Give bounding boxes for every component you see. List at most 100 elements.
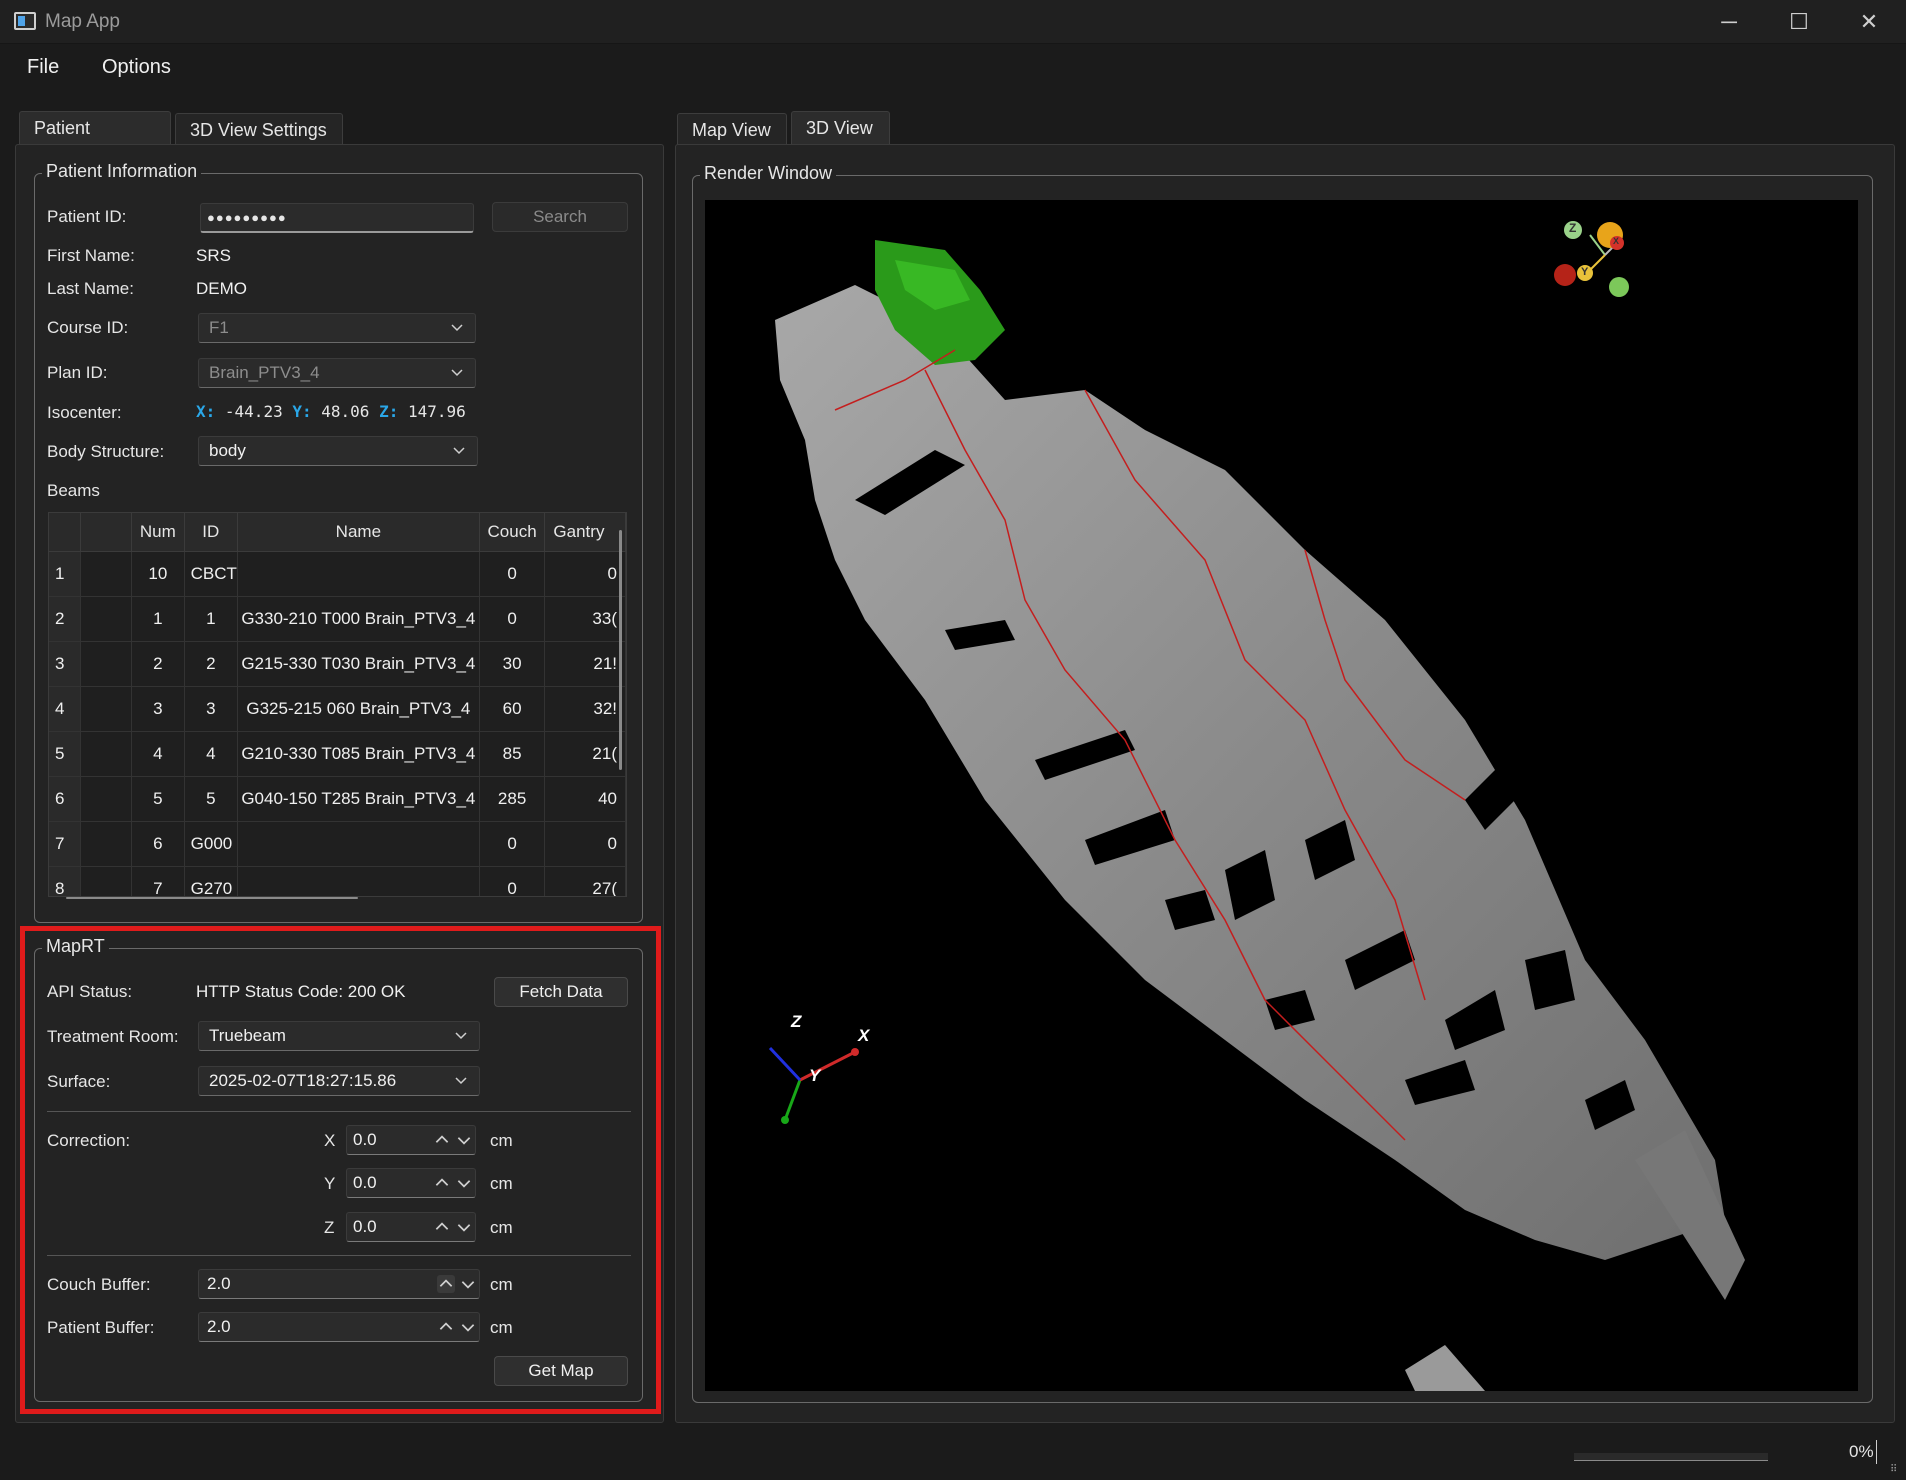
body-structure-dropdown[interactable]: body (198, 436, 478, 466)
row-number[interactable]: 8 (49, 866, 82, 896)
search-button[interactable]: Search (492, 202, 628, 232)
cell-num[interactable]: 10 (131, 551, 185, 597)
cell-gantry[interactable]: 27( (544, 866, 626, 896)
cell-name[interactable]: G325-215 060 Brain_PTV3_4 (237, 686, 480, 732)
cell-gantry[interactable]: 40 (544, 776, 626, 822)
cell-num[interactable]: 1 (131, 596, 185, 642)
table-row[interactable]: 4 3 3 G325-215 060 Brain_PTV3_4 60 32! (49, 686, 626, 732)
cell-name[interactable]: G040-150 T285 Brain_PTV3_4 (237, 776, 480, 822)
row-blank-cell[interactable] (80, 731, 133, 777)
cell-id[interactable]: 2 (184, 641, 238, 687)
row-blank-cell[interactable] (80, 776, 133, 822)
cell-num[interactable]: 6 (131, 821, 185, 867)
beams-table[interactable]: Num ID Name Couch Gantry 1 10 CBCT 0 0 2 1 1 G33… (48, 512, 627, 897)
header-id[interactable]: ID (184, 513, 238, 552)
cell-num[interactable]: 4 (131, 731, 185, 777)
cell-couch[interactable]: 0 (479, 821, 546, 867)
cell-couch[interactable]: 0 (479, 551, 546, 597)
plan-id-dropdown[interactable]: Brain_PTV3_4 (198, 358, 476, 388)
cell-couch[interactable]: 30 (479, 641, 546, 687)
cell-gantry[interactable]: 32! (544, 686, 626, 732)
cell-gantry[interactable]: 0 (544, 551, 626, 597)
table-horizontal-scrollbar[interactable] (66, 897, 358, 899)
row-blank-cell[interactable] (80, 641, 133, 687)
cell-id[interactable]: G270 (184, 866, 238, 896)
cell-id[interactable]: G000 (184, 821, 238, 867)
course-id-dropdown[interactable]: F1 (198, 313, 476, 343)
row-number[interactable]: 4 (49, 686, 82, 732)
cell-gantry[interactable]: 33( (544, 596, 626, 642)
cell-name[interactable]: G330-210 T000 Brain_PTV3_4 (237, 596, 480, 642)
cell-name[interactable] (237, 551, 480, 597)
header-num[interactable]: Num (131, 513, 185, 552)
tab-3d-view-settings[interactable]: 3D View Settings (175, 113, 343, 147)
menu-options[interactable]: Options (102, 56, 171, 79)
table-row[interactable]: 5 4 4 G210-330 T085 Brain_PTV3_4 85 21( (49, 731, 626, 777)
row-blank-cell[interactable] (80, 686, 133, 732)
resize-grip-icon[interactable]: ⠿ (1890, 1464, 1897, 1475)
cell-id[interactable]: 3 (184, 686, 238, 732)
orient-z-label: Z (1569, 221, 1577, 235)
cell-couch[interactable]: 60 (479, 686, 546, 732)
row-blank-cell[interactable] (80, 866, 133, 896)
cell-couch[interactable]: 85 (479, 731, 546, 777)
beams-label: Beams (47, 481, 100, 500)
row-number[interactable]: 1 (49, 551, 82, 597)
render-viewport[interactable]: Z X Y Z Y X (705, 200, 1858, 1391)
menu-bar (0, 44, 1906, 94)
cell-name[interactable] (237, 866, 480, 896)
row-number[interactable]: 3 (49, 641, 82, 687)
plan-id-label: Plan ID: (47, 363, 108, 382)
cell-id[interactable]: CBCT (184, 551, 238, 597)
table-vertical-scrollbar[interactable] (619, 530, 622, 770)
cell-couch[interactable]: 0 (479, 866, 546, 896)
cell-id[interactable]: 4 (184, 731, 238, 777)
table-row[interactable]: 2 1 1 G330-210 T000 Brain_PTV3_4 0 33( (49, 596, 626, 642)
row-number[interactable]: 5 (49, 731, 82, 777)
maximize-button[interactable]: ☐ (1764, 0, 1834, 44)
table-row[interactable]: 8 7 G270 0 27( (49, 866, 626, 896)
table-row[interactable]: 6 5 5 G040-150 T285 Brain_PTV3_4 285 40 (49, 776, 626, 822)
header-blank[interactable] (80, 513, 133, 552)
table-row[interactable]: 1 10 CBCT 0 0 (49, 551, 626, 597)
cell-gantry[interactable]: 21( (544, 731, 626, 777)
cell-id[interactable]: 5 (184, 776, 238, 822)
cell-num[interactable]: 7 (131, 866, 185, 896)
highlight-box (20, 926, 661, 1414)
row-number[interactable]: 2 (49, 596, 82, 642)
cell-num[interactable]: 3 (131, 686, 185, 732)
minimize-button[interactable]: ─ (1694, 0, 1764, 44)
isocenter-label: Isocenter: (47, 403, 122, 422)
header-gantry[interactable]: Gantry (544, 513, 626, 552)
tab-patient-context[interactable]: Patient Context (19, 111, 171, 170)
cell-couch[interactable]: 0 (479, 596, 546, 642)
close-button[interactable]: ✕ (1834, 0, 1904, 44)
tab-map-view[interactable]: Map View (677, 113, 787, 147)
cell-name[interactable]: G210-330 T085 Brain_PTV3_4 (237, 731, 480, 777)
menu-file[interactable]: File (27, 56, 59, 79)
cell-gantry[interactable]: 21! (544, 641, 626, 687)
cell-gantry[interactable]: 0 (544, 821, 626, 867)
header-couch[interactable]: Couch (479, 513, 546, 552)
patient-id-input[interactable]: ●●●●●●●●● (200, 203, 474, 233)
table-row[interactable]: 7 6 G000 0 0 (49, 821, 626, 867)
header-name[interactable]: Name (237, 513, 480, 552)
tab-3d-view[interactable]: 3D View (791, 111, 890, 145)
progress-text: 0% (1849, 1442, 1874, 1461)
isocenter-coordinates: X: -44.23 Y: 48.06 Z: 147.96 (196, 402, 466, 421)
row-blank-cell[interactable] (80, 596, 133, 642)
first-name-label: First Name: (47, 246, 135, 265)
orientation-marker (1554, 221, 1629, 297)
cell-name[interactable]: G215-330 T030 Brain_PTV3_4 (237, 641, 480, 687)
row-number[interactable]: 7 (49, 821, 82, 867)
table-row[interactable]: 3 2 2 G215-330 T030 Brain_PTV3_4 30 21! (49, 641, 626, 687)
cell-id[interactable]: 1 (184, 596, 238, 642)
cell-couch[interactable]: 285 (479, 776, 546, 822)
cell-num[interactable]: 2 (131, 641, 185, 687)
row-blank-cell[interactable] (80, 551, 133, 597)
row-number[interactable]: 6 (49, 776, 82, 822)
cell-name[interactable] (237, 821, 480, 867)
progress-bar (1574, 1453, 1768, 1461)
cell-num[interactable]: 5 (131, 776, 185, 822)
row-blank-cell[interactable] (80, 821, 133, 867)
